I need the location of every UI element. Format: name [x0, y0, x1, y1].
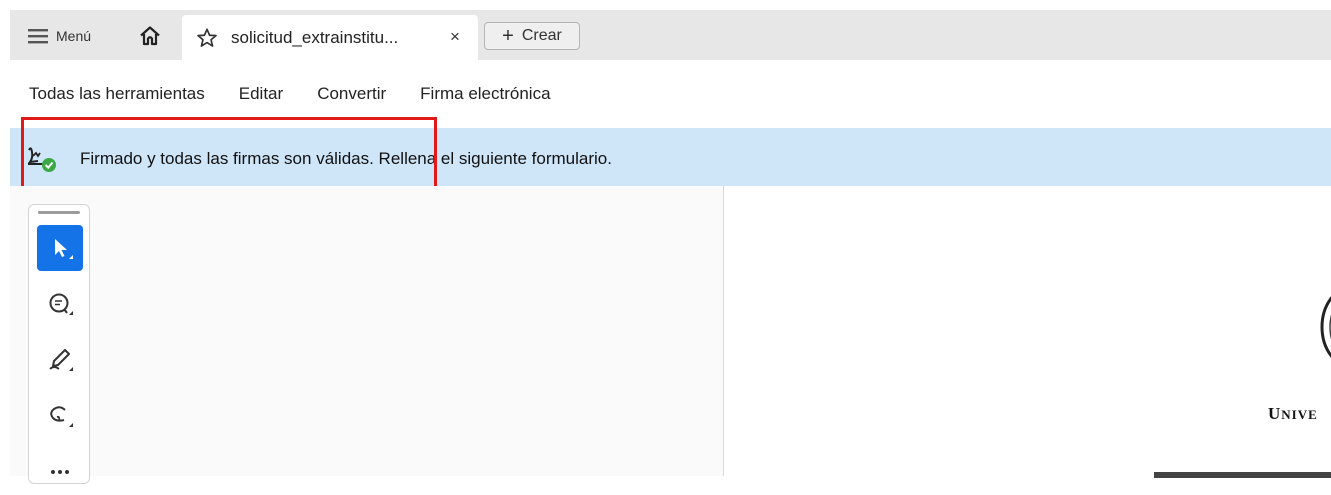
cut-off-text [1154, 472, 1331, 478]
document-view[interactable]: UNIVE [724, 186, 1331, 478]
menu-label: Menú [56, 28, 92, 44]
tab-bar: Menú solicitud_extrainstitu... × + Crear [10, 10, 1331, 60]
comment-icon [49, 293, 73, 315]
university-seal-icon [1320, 296, 1331, 358]
arrow-cursor-icon [55, 239, 73, 259]
highlight-box [21, 117, 437, 192]
menu-item-convert[interactable]: Convertir [317, 84, 386, 104]
pen-icon [49, 349, 73, 371]
drag-handle[interactable] [38, 211, 80, 214]
university-name: UNIVE [1268, 404, 1318, 424]
toolbar-menu: Todas las herramientas Editar Convertir … [29, 84, 551, 104]
close-icon[interactable]: × [450, 27, 460, 47]
left-panel [10, 186, 724, 484]
star-icon[interactable] [196, 27, 218, 49]
comment-tool[interactable] [37, 281, 83, 327]
home-icon[interactable] [138, 24, 162, 48]
lasso-icon [50, 406, 73, 427]
university-name-rest: NIVE [1281, 407, 1318, 422]
more-icon [51, 470, 69, 474]
tools-rail [28, 204, 90, 484]
draw-tool[interactable] [37, 337, 83, 383]
menu-item-edit[interactable]: Editar [239, 84, 283, 104]
university-name-first: U [1268, 404, 1282, 423]
menu-item-all-tools[interactable]: Todas las herramientas [29, 84, 205, 104]
plus-icon: + [502, 25, 514, 47]
more-tool[interactable] [37, 449, 83, 495]
create-label: Crear [521, 27, 562, 44]
menu-button[interactable]: Menú [28, 26, 91, 46]
lasso-tool[interactable] [37, 393, 83, 439]
menu-item-e-signature[interactable]: Firma electrónica [420, 84, 550, 104]
select-tool[interactable] [37, 225, 83, 271]
create-button[interactable]: + Crear [484, 22, 580, 50]
hamburger-icon [28, 29, 48, 44]
tab-title: solicitud_extrainstitu... [231, 28, 399, 47]
document-tab[interactable]: solicitud_extrainstitu... × [182, 15, 478, 60]
